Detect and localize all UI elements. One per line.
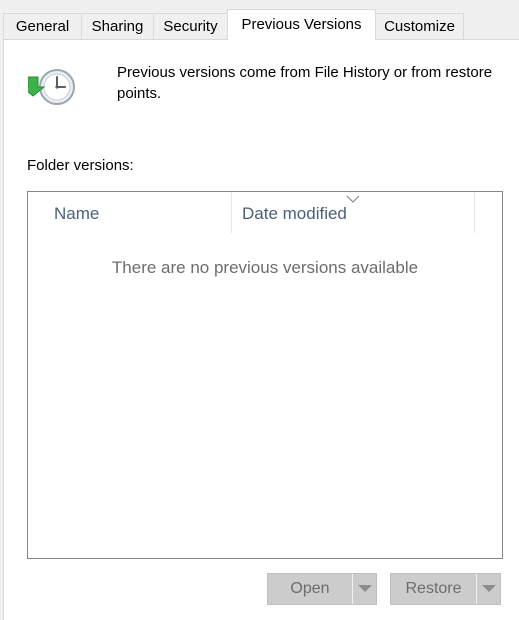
folder-versions-label: Folder versions: [27,157,134,174]
previous-versions-panel: Previous versions come from File History… [3,39,519,620]
tab-previous-versions-label: Previous Versions [241,16,362,33]
tab-security[interactable]: Security [153,13,228,39]
tab-security-label: Security [163,18,218,35]
tab-general-label: General [15,18,70,35]
versions-list[interactable]: Name Date modified There are no previous… [27,191,503,559]
column-header-name[interactable]: Name [28,192,232,233]
column-header-name-label: Name [54,204,100,223]
intro-text: Previous versions come from File History… [117,64,493,102]
open-button[interactable]: Open [268,574,352,604]
file-history-clock-icon [20,66,80,118]
tab-general[interactable]: General [3,13,82,39]
open-split-button[interactable]: Open [267,573,377,605]
restore-dropdown-button[interactable] [477,574,501,604]
empty-list-message: There are no previous versions available [111,258,419,277]
tab-strip: General Sharing Security Previous Versio… [0,0,519,40]
chevron-down-icon [482,585,496,592]
tab-customize-label: Customize [384,18,455,35]
restore-split-button[interactable]: Restore [390,573,501,605]
tab-sharing[interactable]: Sharing [81,13,154,39]
tab-customize[interactable]: Customize [375,13,464,39]
list-header: Name Date modified [28,192,502,233]
open-dropdown-button[interactable] [353,574,377,604]
tab-sharing-label: Sharing [91,18,144,35]
restore-button[interactable]: Restore [391,574,476,604]
column-header-date-modified-label: Date modified [242,204,347,223]
chevron-down-icon [358,585,372,592]
sort-chevron-icon [346,191,360,203]
tab-previous-versions[interactable]: Previous Versions [227,9,376,40]
